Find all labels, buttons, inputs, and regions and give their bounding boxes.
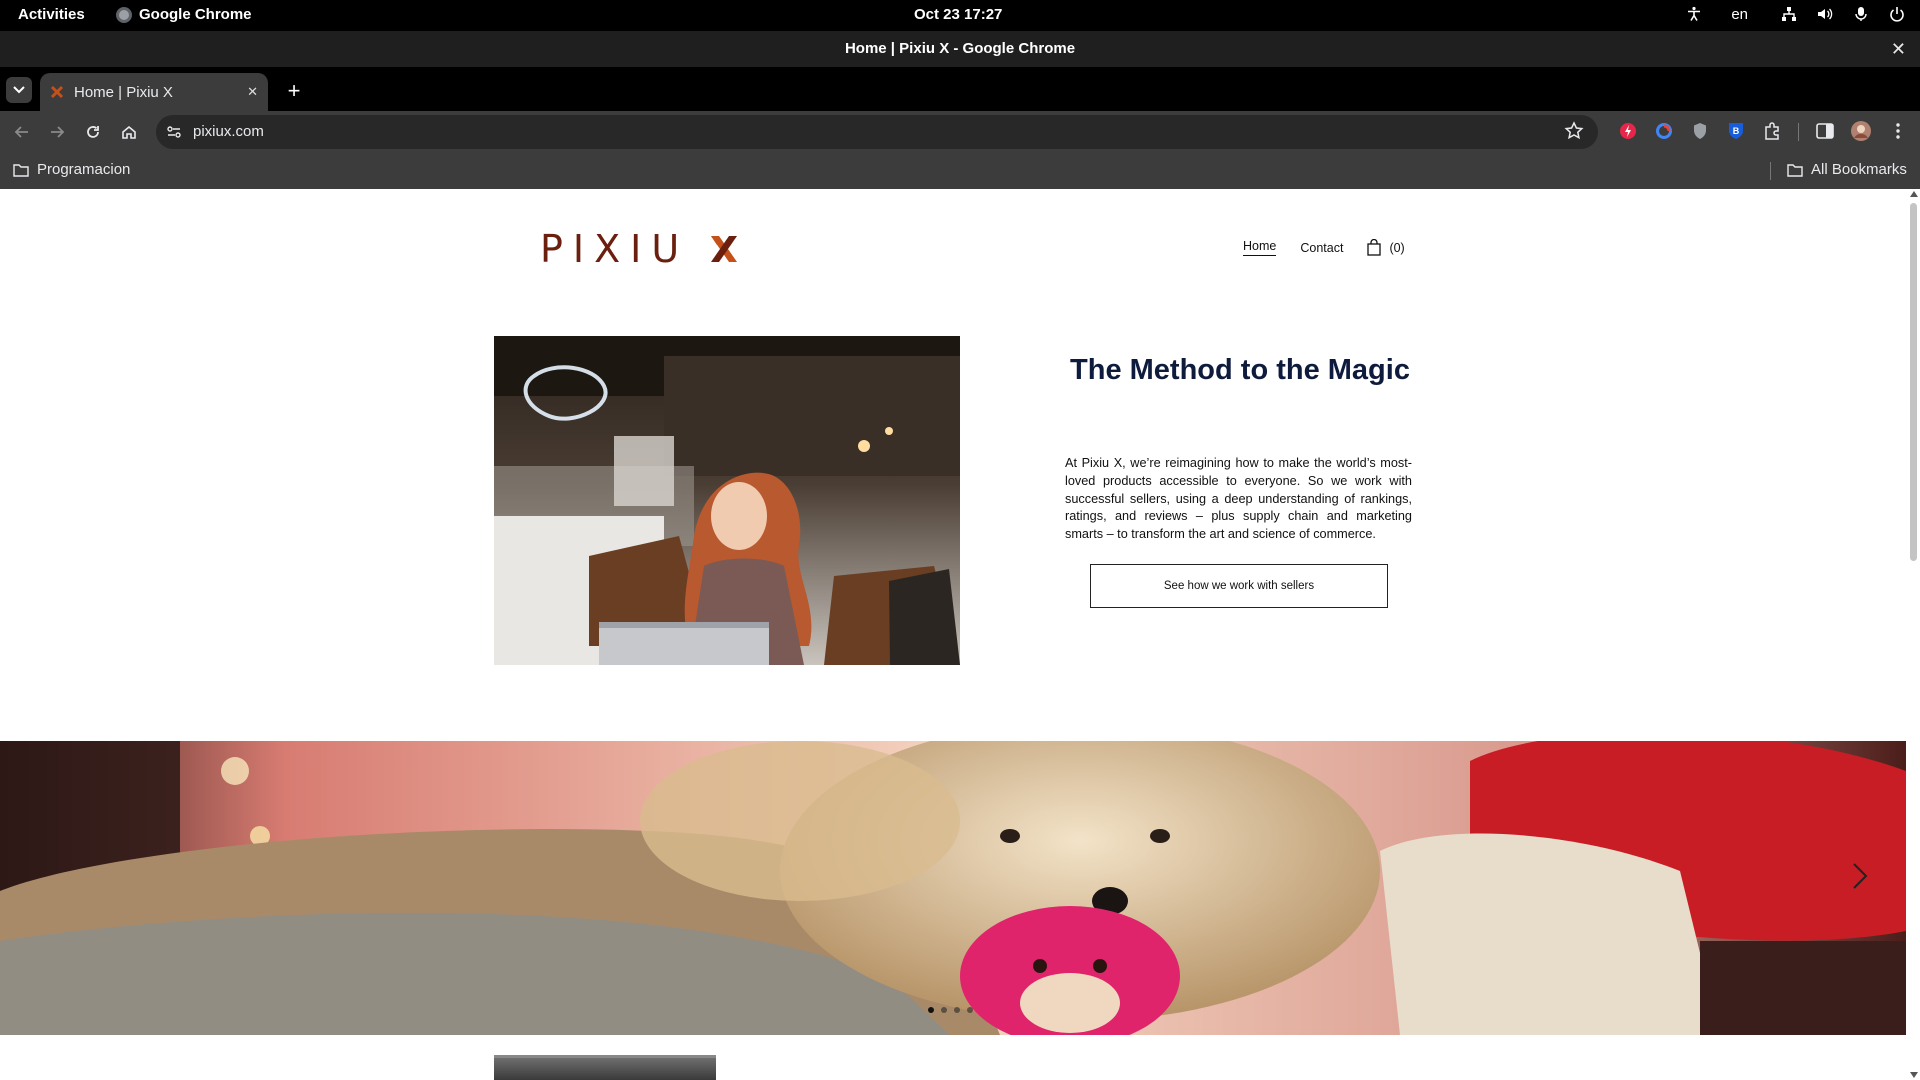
next-section-image <box>494 1055 716 1080</box>
window-titlebar: Home | Pixiu X - Google Chrome ✕ <box>0 31 1920 67</box>
folder-icon <box>13 163 29 177</box>
cart-link[interactable]: (0) <box>1367 239 1405 256</box>
pixiu-x-logo-icon <box>711 236 738 262</box>
tab-active[interactable]: Home | Pixiu X ✕ <box>40 73 268 111</box>
cart-count: (0) <box>1389 240 1405 255</box>
side-panel-icon[interactable] <box>1814 120 1836 142</box>
carousel-dot[interactable] <box>941 1007 947 1013</box>
site-navigation: Home Contact (0) <box>1243 239 1405 256</box>
clock[interactable]: Oct 23 17:27 <box>914 6 1002 23</box>
browser-toolbar: pixiux.com B <box>0 111 1920 152</box>
bookmark-label: Programacion <box>37 161 131 178</box>
extension-red-icon[interactable] <box>1617 120 1639 142</box>
system-tray[interactable]: en <box>1685 5 1906 23</box>
carousel-dot[interactable] <box>928 1007 934 1013</box>
carousel-next-button[interactable] <box>1845 851 1875 901</box>
scroll-down-arrow-icon[interactable] <box>1910 1072 1918 1078</box>
scrollbar-thumb[interactable] <box>1910 203 1917 561</box>
pixiu-favicon-icon <box>50 85 64 99</box>
site-logo[interactable]: PIXIU <box>540 227 739 271</box>
accessibility-icon[interactable] <box>1685 5 1703 23</box>
page-viewport: PIXIU Home Contact (0) The Method to the… <box>0 189 1920 1080</box>
reload-button[interactable] <box>81 120 105 144</box>
extension-google-icon[interactable] <box>1653 120 1675 142</box>
chevron-right-icon <box>1853 863 1868 889</box>
scroll-up-arrow-icon[interactable] <box>1910 191 1918 197</box>
profile-avatar[interactable] <box>1850 120 1872 142</box>
power-icon[interactable] <box>1888 5 1906 23</box>
home-button[interactable] <box>117 120 141 144</box>
carousel-image-dog <box>0 741 1906 1035</box>
bookmarks-divider <box>1770 162 1771 180</box>
language-indicator[interactable]: en <box>1731 6 1748 23</box>
window-close-button[interactable]: ✕ <box>1891 31 1906 67</box>
home-icon <box>122 125 136 139</box>
page-scrollbar[interactable] <box>1906 189 1920 1080</box>
toolbar-divider <box>1798 123 1799 141</box>
tab-close-icon[interactable]: ✕ <box>247 84 258 100</box>
image-carousel[interactable] <box>0 741 1906 1035</box>
arrow-right-icon <box>51 126 65 138</box>
arrow-left-icon <box>14 126 28 138</box>
extension-shield-icon[interactable] <box>1689 120 1711 142</box>
volume-icon[interactable] <box>1816 5 1834 23</box>
logo-wordmark: PIXIU <box>540 227 690 271</box>
extensions-puzzle-icon[interactable] <box>1761 120 1783 142</box>
address-bar[interactable]: pixiux.com <box>156 115 1598 149</box>
chrome-menu-button[interactable] <box>1887 120 1909 142</box>
reload-icon <box>87 126 99 138</box>
kebab-menu-icon <box>1896 123 1900 139</box>
microphone-icon[interactable] <box>1852 5 1870 23</box>
carousel-dot[interactable] <box>954 1007 960 1013</box>
extension-bitwarden-icon[interactable]: B <box>1725 120 1747 142</box>
carousel-pagination[interactable] <box>928 1007 973 1013</box>
back-button[interactable] <box>10 120 34 144</box>
bookmark-star-icon[interactable] <box>1564 121 1584 141</box>
url-text[interactable]: pixiux.com <box>193 123 264 140</box>
system-top-bar: Activities Google Chrome Oct 23 17:27 en <box>0 0 1920 31</box>
app-menu[interactable]: Google Chrome <box>116 6 252 23</box>
bookmark-folder-programacion[interactable]: Programacion <box>13 161 130 178</box>
folder-icon <box>1787 163 1803 177</box>
app-name: Google Chrome <box>139 6 252 23</box>
window-title: Home | Pixiu X - Google Chrome <box>844 40 1076 57</box>
hero-image-woman-laptop <box>494 336 960 665</box>
tab-title: Home | Pixiu X <box>74 83 173 101</box>
activities-button[interactable]: Activities <box>18 6 85 23</box>
network-icon[interactable] <box>1780 5 1798 23</box>
all-bookmarks-button[interactable]: All Bookmarks <box>1787 161 1907 178</box>
shopping-bag-icon <box>1367 239 1382 256</box>
chrome-icon <box>116 6 132 23</box>
all-bookmarks-label: All Bookmarks <box>1811 161 1907 178</box>
svg-text:B: B <box>1733 126 1740 136</box>
see-how-we-work-button[interactable]: See how we work with sellers <box>1090 564 1388 608</box>
carousel-dot[interactable] <box>967 1007 973 1013</box>
new-tab-button[interactable]: + <box>282 78 306 104</box>
site-info-icon[interactable] <box>166 124 182 140</box>
tab-search-button[interactable] <box>6 77 32 103</box>
nav-link-home[interactable]: Home <box>1243 239 1277 256</box>
bookmarks-bar: Programacion All Bookmarks <box>0 152 1920 189</box>
chevron-down-icon <box>13 86 25 94</box>
tab-strip: Home | Pixiu X ✕ + <box>0 67 1920 111</box>
nav-link-contact[interactable]: Contact <box>1300 241 1343 255</box>
forward-button[interactable] <box>45 120 69 144</box>
hero-title: The Method to the Magic <box>1070 354 1410 386</box>
hero-description: At Pixiu X, we’re reimagining how to mak… <box>1065 456 1412 542</box>
